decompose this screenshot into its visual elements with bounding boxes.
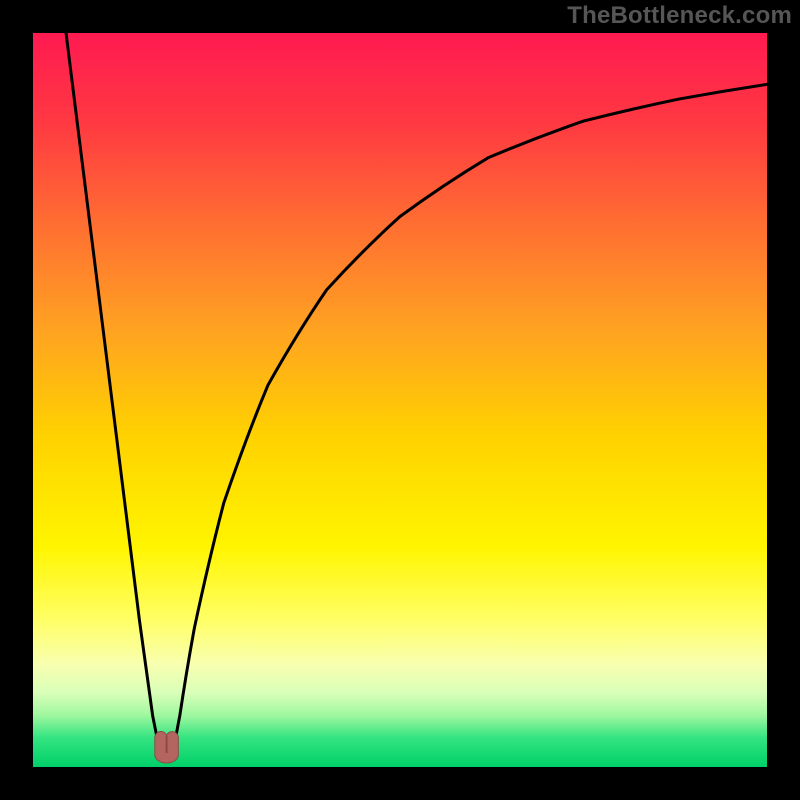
watermark-text: TheBottleneck.com <box>567 2 792 30</box>
chart-frame: TheBottleneck.com <box>0 0 800 800</box>
chart-svg <box>33 33 767 767</box>
plot-area <box>33 33 767 767</box>
trough-marker-icon <box>155 732 178 763</box>
